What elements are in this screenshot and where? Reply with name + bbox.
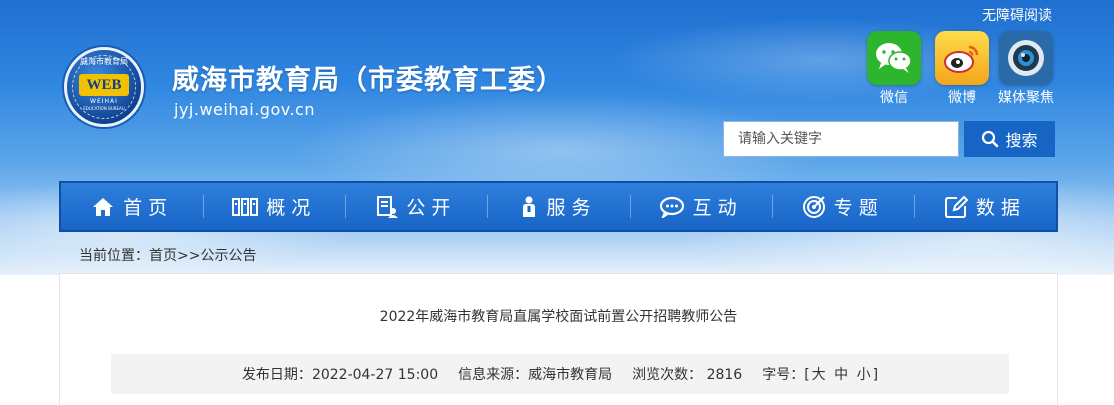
nav-item-label: 互动 xyxy=(692,197,743,219)
article-title: 2022年威海市教育局直属学校面试前置公开招聘教师公告 xyxy=(379,309,738,325)
site-logo[interactable]: 威海市教育局 WEB WEIHAI EDUCATION BUREAU xyxy=(64,47,144,127)
font-size-small[interactable]: 小 xyxy=(855,367,873,383)
breadcrumb-prefix: 当前位置： xyxy=(79,248,149,264)
publish-date-value: 2022-04-27 15:00 xyxy=(311,367,439,383)
publish-date: 发布日期：2022-04-27 15:00 xyxy=(242,364,438,384)
logo-mark: WEB xyxy=(79,74,129,96)
breadcrumb: 当前位置：首页>>公示公告 xyxy=(79,245,256,265)
article-meta-bar: 发布日期：2022-04-27 15:00 信息来源：威海市教育局 浏览次数： … xyxy=(111,354,1009,394)
search-button[interactable]: 搜索 xyxy=(964,121,1055,157)
breadcrumb-separator: >> xyxy=(177,248,201,264)
weibo-icon xyxy=(935,31,989,85)
home-icon xyxy=(93,197,114,216)
weibo-label: 微博 xyxy=(948,90,976,106)
nav-item-label: 首页 xyxy=(123,197,174,219)
media-focus-label: 媒体聚焦 xyxy=(998,90,1054,106)
logo-sub-text: WEIHAI xyxy=(90,98,118,105)
nav-item-label: 概况 xyxy=(266,197,317,219)
font-size-bracket-open: [ xyxy=(804,367,810,383)
breadcrumb-home-link[interactable]: 首页 xyxy=(149,248,177,264)
wechat-link[interactable]: 微信 xyxy=(866,31,922,107)
header-banner: 威海市教育局 WEB WEIHAI EDUCATION BUREAU 威海市教育… xyxy=(0,0,1114,275)
nav-item-service[interactable]: 服务 xyxy=(487,183,629,230)
search-icon xyxy=(982,130,999,148)
nav-item-label: 服务 xyxy=(546,197,597,219)
view-count: 浏览次数： 2816 xyxy=(632,364,742,384)
nav-item-disclosure[interactable]: 公开 xyxy=(345,183,487,230)
font-size-medium[interactable]: 中 xyxy=(832,367,850,383)
font-size-switcher: 字号：[大 中 小] xyxy=(762,364,878,384)
font-size-bracket-close: ] xyxy=(872,367,879,383)
nav-item-label: 公开 xyxy=(406,197,457,219)
wechat-icon xyxy=(867,31,921,85)
overview-icon xyxy=(232,197,259,216)
chat-icon xyxy=(659,196,684,218)
info-source-value: 威海市教育局 xyxy=(528,367,613,383)
nav-item-label: 数据 xyxy=(975,197,1026,219)
info-source-label: 信息来源： xyxy=(458,367,529,383)
site-title[interactable]: 威海市教育局（市委教育工委） xyxy=(172,58,564,97)
weibo-link[interactable]: 微博 xyxy=(934,31,990,107)
search-button-label: 搜索 xyxy=(1005,131,1038,150)
font-size-large[interactable]: 大 xyxy=(810,367,828,383)
nav-item-data[interactable]: 数据 xyxy=(913,183,1056,230)
wechat-label: 微信 xyxy=(880,90,908,106)
media-focus-link[interactable]: 媒体聚焦 xyxy=(998,31,1054,107)
article-panel: 2022年威海市教育局直属学校面试前置公开招聘教师公告 发布日期：2022-04… xyxy=(59,273,1058,405)
view-count-value: 2816 xyxy=(706,367,743,383)
main-nav: 首页 概况 公开 服务 互动 专题 数据 xyxy=(59,181,1058,232)
publish-date-label: 发布日期： xyxy=(241,367,312,383)
font-size-label: 字号： xyxy=(762,367,805,383)
search-input[interactable] xyxy=(723,121,959,157)
nav-item-label: 专题 xyxy=(833,197,884,219)
disclosure-icon xyxy=(377,195,399,218)
view-count-label: 浏览次数： xyxy=(632,367,703,383)
nav-item-home[interactable]: 首页 xyxy=(61,183,203,230)
nav-item-overview[interactable]: 概况 xyxy=(203,183,345,230)
camera-icon xyxy=(999,31,1053,85)
logo-top-text: 威海市教育局 xyxy=(80,57,128,66)
accessibility-link[interactable]: 无障碍阅读 xyxy=(982,5,1052,25)
breadcrumb-current-link[interactable]: 公示公告 xyxy=(200,248,256,264)
logo-sub-text-small: EDUCATION BUREAU xyxy=(83,106,125,111)
nav-item-interaction[interactable]: 互动 xyxy=(629,183,772,230)
edit-data-icon xyxy=(944,195,968,218)
info-source: 信息来源：威海市教育局 xyxy=(458,364,612,384)
service-icon xyxy=(523,196,536,217)
target-icon xyxy=(802,195,825,218)
nav-item-topic[interactable]: 专题 xyxy=(771,183,914,230)
site-domain: jyj.weihai.gov.cn xyxy=(174,100,315,119)
